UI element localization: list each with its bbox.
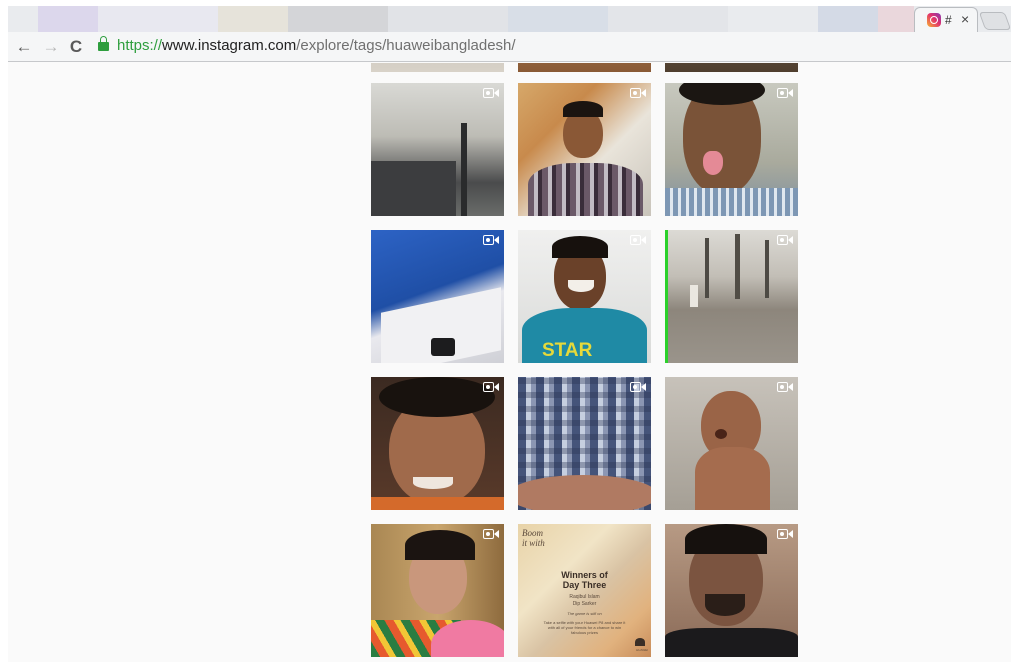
woman-selfie-photo[interactable]	[371, 524, 504, 657]
tab-strip: # ×	[8, 6, 1011, 32]
promo-names-2: Dip Sarker	[572, 601, 597, 607]
video-icon	[483, 381, 499, 393]
child-photo[interactable]	[665, 377, 798, 510]
blurred-tab	[218, 6, 288, 32]
man-funny-face-photo[interactable]	[371, 377, 504, 510]
promo-names-1: Raqibul Islam	[569, 594, 600, 600]
huawei-logo-icon	[635, 638, 645, 646]
url-path: /explore/tags/huaweibangladesh/	[296, 37, 516, 54]
desk-papers-photo[interactable]	[371, 230, 504, 363]
forward-arrow-icon[interactable]: →	[40, 36, 62, 58]
video-icon	[630, 87, 646, 99]
smiling-boy-star-shirt-photo[interactable]: STAR	[518, 230, 651, 363]
instagram-icon	[927, 13, 941, 27]
close-icon[interactable]: ×	[961, 11, 969, 27]
url-scheme: https://	[117, 37, 163, 54]
man-selfie-photo[interactable]	[665, 524, 798, 657]
video-icon	[483, 234, 499, 246]
blurred-tab	[508, 6, 608, 32]
huawei-promo-post[interactable]: Boom it with Winners of Day Three Raqibu…	[518, 524, 651, 657]
grid-tile-partial[interactable]	[518, 63, 651, 72]
new-tab-button[interactable]	[978, 12, 1011, 30]
reload-icon[interactable]: C	[65, 36, 87, 58]
video-icon	[777, 528, 793, 540]
video-icon	[483, 87, 499, 99]
video-icon	[777, 381, 793, 393]
video-icon	[483, 528, 499, 540]
video-icon	[777, 87, 793, 99]
promo-body-3: fabulous prizes	[571, 630, 598, 635]
promo-tag-line-2: it with	[522, 538, 545, 548]
tab-title: #	[945, 13, 952, 27]
grid-tile-partial[interactable]	[371, 63, 504, 72]
trees-field-photo[interactable]	[665, 230, 798, 363]
checkered-shirt-photo[interactable]	[518, 377, 651, 510]
lock-icon	[98, 36, 109, 51]
video-icon	[630, 381, 646, 393]
back-arrow-icon[interactable]: ←	[13, 36, 35, 58]
page-content: STAR Boom it with Winners of Day Three R…	[8, 63, 1011, 662]
blurred-tab	[288, 6, 388, 32]
promo-tag-line-1: Boom	[522, 528, 543, 538]
promo-note: The game is still on	[567, 611, 602, 616]
boy-on-phone-photo[interactable]	[518, 83, 651, 216]
blurred-tab	[878, 6, 914, 32]
video-icon	[630, 234, 646, 246]
promo-headline-1: Winners of	[561, 570, 608, 580]
address-bar[interactable]: https://www.instagram.com/explore/tags/h…	[117, 37, 516, 54]
blurred-tab	[388, 6, 508, 32]
man-tongue-out-photo[interactable]	[665, 83, 798, 216]
promo-headline-2: Day Three	[562, 580, 607, 590]
browser-toolbar: ← → C https://www.instagram.com/explore/…	[8, 32, 1011, 62]
office-interior-photo[interactable]	[371, 83, 504, 216]
url-host: www.instagram.com	[162, 37, 297, 54]
browser-window: # × ← → C https://www.instagram.com/expl…	[8, 6, 1011, 662]
blurred-tab	[608, 6, 728, 32]
active-tab[interactable]: # ×	[914, 7, 978, 32]
video-icon	[777, 234, 793, 246]
promo-tagline: Boom it with	[522, 528, 545, 548]
blurred-tab	[818, 6, 878, 32]
blurred-tab	[38, 6, 98, 32]
promo-brand: HUAWEI	[636, 648, 648, 652]
blurred-tab	[98, 6, 218, 32]
grid-tile-partial[interactable]	[665, 63, 798, 72]
